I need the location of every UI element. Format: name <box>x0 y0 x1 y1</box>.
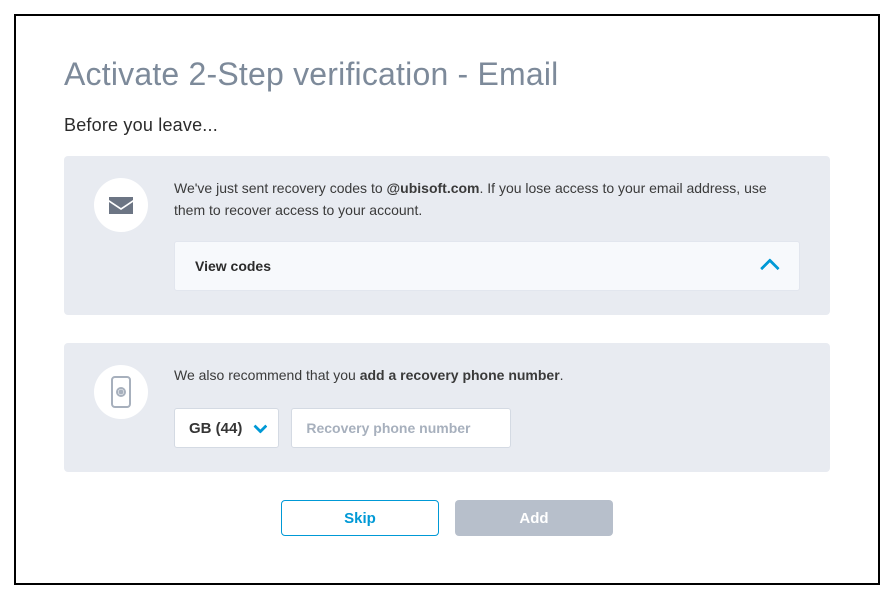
recovery-codes-body: We've just sent recovery codes to @ubiso… <box>174 178 800 291</box>
recovery-codes-text: We've just sent recovery codes to @ubiso… <box>174 178 800 221</box>
subtitle: Before you leave... <box>64 115 830 136</box>
chevron-up-icon <box>760 259 780 279</box>
recovery-text-before: We've just sent recovery codes to <box>174 180 387 196</box>
country-code-select[interactable]: GB (44) <box>174 408 279 448</box>
view-codes-label: View codes <box>195 258 271 274</box>
add-button[interactable]: Add <box>455 500 613 536</box>
skip-button[interactable]: Skip <box>281 500 439 536</box>
view-codes-toggle[interactable]: View codes <box>174 241 800 291</box>
phone-icon <box>94 365 148 419</box>
recovery-phone-body: We also recommend that you add a recover… <box>174 365 800 448</box>
recovery-codes-card: We've just sent recovery codes to @ubiso… <box>64 156 830 315</box>
recovery-phone-text: We also recommend that you add a recover… <box>174 365 800 386</box>
phone-text-bold: add a recovery phone number <box>360 367 560 383</box>
recovery-phone-card: We also recommend that you add a recover… <box>64 343 830 472</box>
chevron-down-icon <box>254 420 268 434</box>
recovery-phone-input[interactable] <box>291 408 511 448</box>
phone-text-before: We also recommend that you <box>174 367 360 383</box>
phone-input-row: GB (44) <box>174 408 800 448</box>
two-step-email-modal: Activate 2-Step verification - Email Bef… <box>14 14 880 585</box>
phone-text-after: . <box>560 367 564 383</box>
country-code-label: GB (44) <box>189 420 242 437</box>
footer-buttons: Skip Add <box>64 500 830 536</box>
recovery-email-domain: @ubisoft.com <box>387 180 480 196</box>
page-title: Activate 2-Step verification - Email <box>64 56 830 93</box>
mail-icon <box>94 178 148 232</box>
